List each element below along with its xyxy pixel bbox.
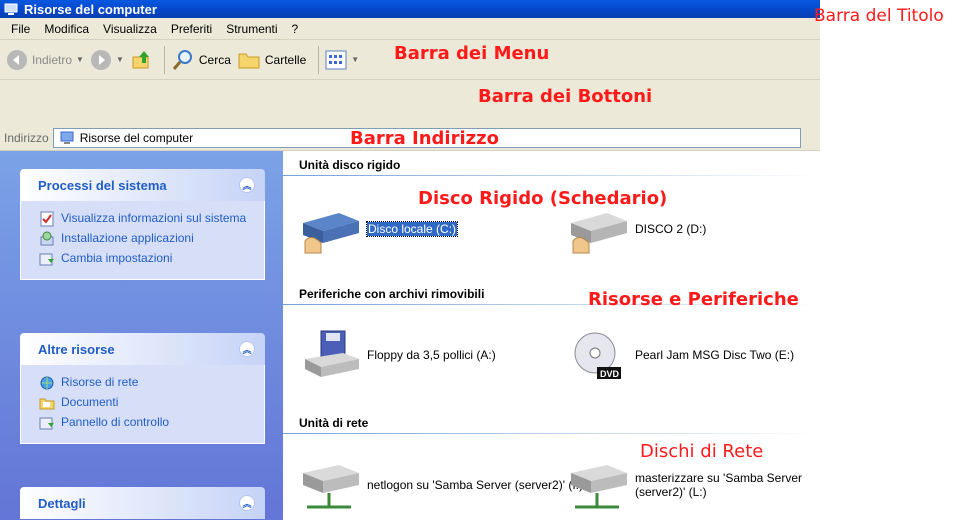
- details-panel: Dettagli ︽: [20, 487, 265, 519]
- menu-strumenti[interactable]: Strumenti: [219, 22, 284, 36]
- drive-c[interactable]: Disco locale (C:): [299, 203, 459, 255]
- task-pane: Processi del sistema ︽ Visualizza inform…: [0, 151, 283, 520]
- collapse-icon[interactable]: ︽: [239, 177, 255, 193]
- forward-arrow-icon: [90, 49, 111, 70]
- toolbar-spacer: [0, 80, 820, 125]
- task-label: Cambia impostazioni: [61, 251, 173, 265]
- dvd-drive-icon: DVD: [574, 332, 621, 379]
- address-value: Risorse del computer: [79, 130, 194, 145]
- drive-label: netlogon su 'Samba Server (server2)' (I:…: [367, 478, 583, 492]
- panel-title: Processi del sistema: [38, 177, 167, 193]
- menu-preferiti[interactable]: Preferiti: [164, 22, 219, 36]
- control-panel-icon: [39, 253, 54, 266]
- details-header[interactable]: Dettagli ︽: [20, 487, 265, 519]
- system-tasks-header[interactable]: Processi del sistema ︽: [20, 169, 265, 201]
- chevron-down-icon[interactable]: ▼: [351, 55, 359, 64]
- annotation-title-bar: Barra del Titolo: [814, 6, 944, 26]
- documents-folder-icon: [39, 398, 55, 410]
- other-places-header[interactable]: Altre risorse ︽: [20, 333, 265, 365]
- views-grid-icon: [325, 50, 347, 69]
- window-title: Risorse del computer: [24, 1, 157, 17]
- system-info-icon: [40, 211, 54, 227]
- floppy-drive-icon: [305, 330, 359, 377]
- link-documents[interactable]: Documenti: [39, 395, 254, 411]
- link-network-places[interactable]: Risorse di rete: [39, 375, 254, 391]
- network-drive-icon: [571, 465, 627, 509]
- control-panel-icon: [39, 417, 54, 430]
- other-places-body: Risorse di rete Documenti Pannello di co…: [20, 365, 265, 444]
- annotation-network-drives: Dischi di Rete: [640, 441, 764, 462]
- chevron-down-icon[interactable]: ▼: [76, 55, 84, 64]
- system-tasks-body: Visualizza informazioni sul sistema Inst…: [20, 201, 265, 280]
- section-divider: [283, 433, 820, 434]
- drive-a[interactable]: Floppy da 3,5 pollici (A:): [299, 329, 496, 381]
- chevron-down-icon[interactable]: ▼: [116, 55, 124, 64]
- annotation-hard-disk: Disco Rigido (Schedario): [418, 188, 668, 209]
- up-folder-button[interactable]: [130, 49, 152, 71]
- search-icon: [172, 49, 192, 70]
- collapse-icon[interactable]: ︽: [239, 495, 255, 511]
- address-label: Indirizzo: [4, 130, 49, 145]
- link-label: Risorse di rete: [61, 375, 139, 389]
- annotation-menu-bar: Barra dei Menu: [394, 43, 550, 64]
- drive-d[interactable]: DISCO 2 (D:): [567, 203, 706, 255]
- folders-button[interactable]: Cartelle: [237, 49, 306, 71]
- annotation-resources: Risorse e Periferiche: [588, 289, 799, 310]
- task-change-settings[interactable]: Cambia impostazioni: [39, 251, 254, 267]
- system-tasks-panel: Processi del sistema ︽ Visualizza inform…: [20, 169, 265, 280]
- drive-l[interactable]: masterizzare su 'Samba Server (server2)'…: [567, 459, 820, 511]
- link-control-panel[interactable]: Pannello di controllo: [39, 415, 254, 431]
- link-label: Documenti: [61, 395, 119, 409]
- menu-visualizza[interactable]: Visualizza: [96, 22, 164, 36]
- drive-label: Disco locale (C:): [365, 221, 459, 237]
- annotation-button-bar: Barra dei Bottoni: [478, 86, 653, 107]
- drive-label: Pearl Jam MSG Disc Two (E:): [635, 348, 795, 362]
- back-arrow-icon: [7, 49, 27, 70]
- title-bar[interactable]: Risorse del computer: [0, 0, 820, 18]
- toolbar-divider: [318, 45, 320, 74]
- up-folder-icon: [132, 50, 149, 68]
- back-button[interactable]: Indietro ▼: [6, 49, 84, 71]
- drive-label: DISCO 2 (D:): [635, 222, 707, 236]
- task-install-apps[interactable]: Installazione applicazioni: [39, 231, 254, 247]
- network-globe-icon: [40, 376, 54, 390]
- menu-modifica[interactable]: Modifica: [37, 22, 96, 36]
- shared-hard-disk-icon: [303, 213, 359, 254]
- collapse-icon[interactable]: ︽: [239, 341, 255, 357]
- drive-e[interactable]: DVD Pearl Jam MSG Disc Two (E:): [567, 329, 794, 381]
- svg-text:DVD: DVD: [600, 369, 620, 379]
- network-drive-icon: [303, 465, 359, 509]
- computer-icon: [4, 3, 18, 15]
- panel-title: Dettagli: [38, 495, 86, 511]
- drive-label: Floppy da 3,5 pollici (A:): [367, 348, 496, 362]
- panel-title: Altre risorse: [38, 341, 115, 357]
- task-view-system-info[interactable]: Visualizza informazioni sul sistema: [39, 211, 254, 227]
- section-removable: Periferiche con archivi rimovibili: [299, 287, 485, 301]
- toolbar-divider: [163, 45, 165, 74]
- drive-label: masterizzare su 'Samba Server (server2)'…: [635, 471, 803, 499]
- other-places-panel: Altre risorse ︽ Risorse di rete Document…: [20, 333, 265, 444]
- drive-i[interactable]: netlogon su 'Samba Server (server2)' (I:…: [299, 459, 583, 511]
- annotation-address-bar: Barra Indirizzo: [350, 128, 499, 149]
- install-apps-icon: [40, 231, 54, 246]
- folders-label: Cartelle: [264, 52, 307, 67]
- task-label: Installazione applicazioni: [61, 231, 194, 245]
- forward-button[interactable]: ▼: [90, 49, 124, 71]
- section-divider: [283, 175, 820, 176]
- link-label: Pannello di controllo: [61, 415, 170, 429]
- search-label: Cerca: [198, 52, 231, 67]
- shared-hard-disk-icon: [571, 213, 627, 254]
- computer-icon: [60, 131, 74, 144]
- task-label: Visualizza informazioni sul sistema: [61, 211, 247, 225]
- folder-icon: [238, 53, 260, 68]
- menu-bar: File Modifica Visualizza Preferiti Strum…: [0, 18, 820, 40]
- section-network: Unità di rete: [299, 416, 369, 430]
- views-button[interactable]: ▼: [325, 50, 359, 70]
- menu-file[interactable]: File: [4, 22, 37, 36]
- search-button[interactable]: Cerca: [171, 48, 231, 72]
- menu-help[interactable]: ?: [285, 22, 306, 36]
- section-hard-disks: Unità disco rigido: [299, 158, 401, 172]
- back-label: Indietro: [32, 52, 73, 67]
